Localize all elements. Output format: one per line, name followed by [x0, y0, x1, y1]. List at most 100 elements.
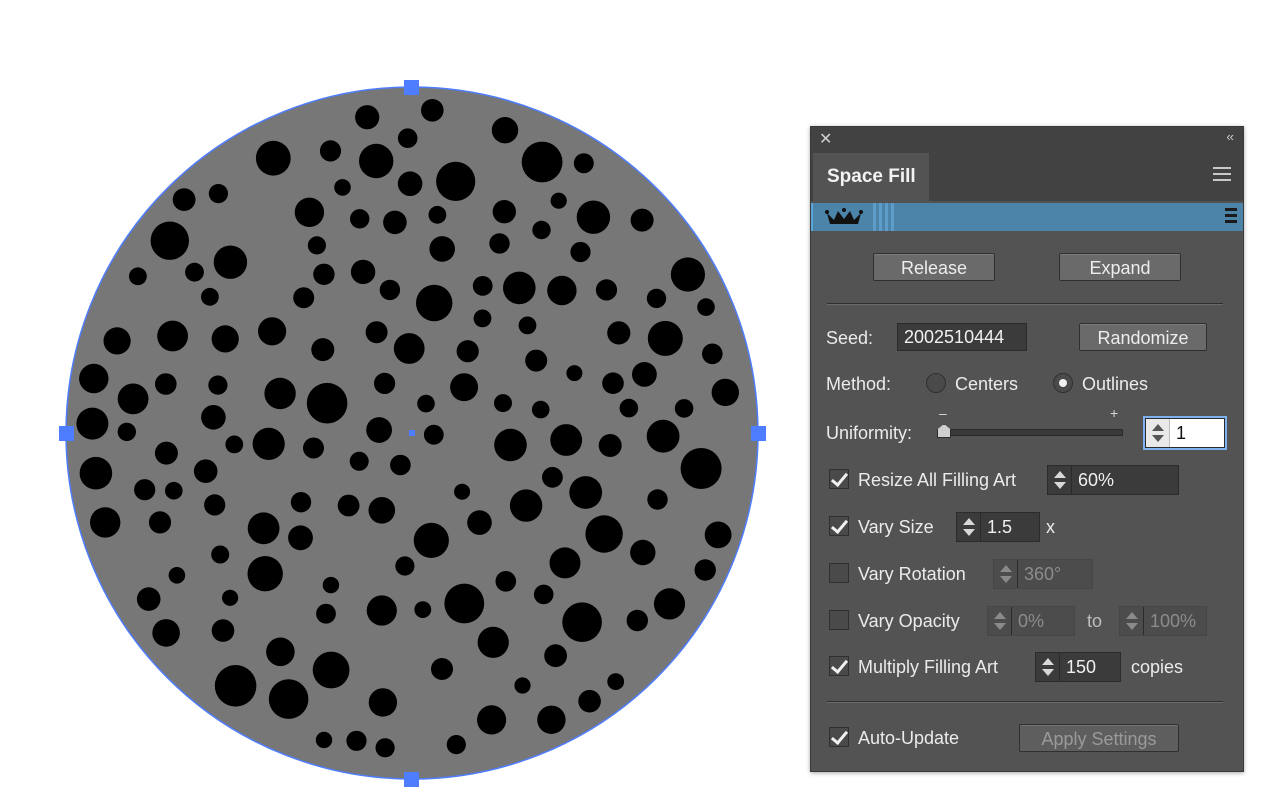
method-outlines-label: Outlines [1082, 374, 1149, 394]
filling-dot [129, 267, 147, 286]
filling-dot [570, 241, 591, 263]
filling-dot [268, 679, 309, 719]
filling-dot [208, 184, 228, 204]
divider [827, 701, 1223, 703]
close-icon[interactable]: ✕ [819, 129, 832, 149]
filling-dot [266, 637, 295, 667]
filling-dot [136, 587, 161, 611]
panel-titlebar: ✕ ‹‹ [811, 127, 1243, 151]
multiply-field[interactable]: 150 [1035, 652, 1121, 682]
selection-handle-left[interactable] [59, 426, 74, 441]
filling-dot [492, 200, 516, 224]
filling-dot [477, 626, 509, 658]
seed-field[interactable]: 2002510444 [897, 323, 1027, 351]
release-button[interactable]: Release [873, 253, 995, 281]
uniformity-input[interactable]: 1 [1145, 418, 1225, 448]
filling-dot [423, 424, 444, 445]
filling-dot [491, 117, 519, 144]
collapse-panel-icon[interactable]: ‹‹ [1226, 129, 1234, 144]
opacity-to-stepper [1120, 607, 1144, 635]
filling-dot [647, 320, 683, 356]
resize-stepper[interactable] [1048, 466, 1072, 494]
uniformity-label: Uniformity: [826, 423, 913, 443]
resize-checkbox[interactable] [829, 468, 849, 489]
vary-size-value: 1.5 [987, 517, 1013, 537]
vary-size-label: Vary Size [858, 517, 934, 537]
filling-dot [193, 459, 218, 484]
checkmark-icon [830, 468, 849, 488]
space-fill-artwork[interactable] [59, 80, 766, 787]
space-fill-panel: ✕ ‹‹ Space Fill Release Expand Seed: 200… [810, 126, 1244, 772]
tab-space-fill[interactable]: Space Fill [813, 153, 929, 201]
filling-dot [213, 245, 248, 279]
selection-handle-bottom[interactable] [404, 772, 419, 787]
filling-dot [454, 483, 471, 500]
method-outlines-radio[interactable] [1053, 373, 1073, 393]
filling-dot [549, 547, 581, 579]
multiply-checkbox[interactable] [829, 655, 849, 676]
filling-dot [306, 382, 348, 424]
filling-dot [154, 441, 178, 465]
selection-handle-right[interactable] [751, 426, 766, 441]
vary-opacity-checkbox[interactable] [829, 610, 849, 630]
filling-dot [607, 321, 631, 345]
filling-dot [598, 434, 622, 457]
filling-dot [255, 140, 291, 176]
filling-dot [225, 435, 244, 454]
method-centers-radio[interactable] [926, 373, 946, 393]
filling-dot [350, 259, 376, 285]
filling-dot [413, 522, 449, 559]
vary-size-checkbox[interactable] [829, 515, 849, 536]
filling-dot [366, 417, 392, 443]
radio-selected-dot [1059, 379, 1067, 387]
filling-dot [247, 512, 280, 545]
filling-dot [533, 584, 554, 605]
multiply-stepper[interactable] [1036, 653, 1060, 681]
filling-dot [670, 257, 706, 292]
filling-dot [334, 179, 351, 196]
filling-dot [359, 143, 394, 179]
uniformity-stepper[interactable] [1146, 419, 1170, 447]
filling-dot [456, 340, 479, 363]
selection-handle-top[interactable] [404, 80, 419, 95]
opacity-to-value: 100% [1150, 611, 1197, 631]
filling-dot [288, 525, 313, 551]
filling-dot [379, 279, 401, 301]
plugin-menu-icon[interactable] [1225, 208, 1237, 226]
expand-button[interactable]: Expand [1059, 253, 1181, 281]
filling-dot [152, 619, 180, 647]
vary-size-field[interactable]: 1.5 [956, 512, 1040, 542]
filling-dot [208, 375, 228, 395]
filling-dot [428, 205, 447, 224]
resize-field[interactable]: 60% [1047, 465, 1179, 495]
filling-dot [647, 489, 668, 510]
filling-dot [247, 556, 283, 592]
resize-label: Resize All Filling Art [858, 470, 1017, 490]
filling-dot [211, 619, 235, 642]
filling-dot [585, 515, 623, 553]
filling-dot [680, 448, 722, 489]
multiply-value: 150 [1066, 657, 1097, 677]
filling-dot [293, 287, 315, 309]
panel-menu-icon[interactable] [1213, 167, 1231, 181]
filling-dot [697, 298, 715, 316]
auto-update-checkbox[interactable] [829, 726, 849, 747]
artboard-canvas[interactable] [0, 0, 800, 812]
filling-dot [531, 400, 550, 419]
filling-dot [467, 510, 492, 535]
multiply-label: Multiply Filling Art [858, 657, 999, 677]
divider [827, 303, 1223, 305]
filling-dot [117, 422, 136, 442]
filling-dot [252, 427, 285, 460]
crown-icon [825, 208, 863, 224]
filling-dot [365, 321, 388, 344]
filling-dot [294, 197, 325, 227]
randomize-button[interactable]: Randomize [1079, 323, 1207, 351]
filling-dot [303, 437, 324, 459]
filling-dot [185, 262, 204, 282]
vary-rotation-checkbox[interactable] [829, 563, 849, 583]
filling-dot [374, 372, 396, 394]
uniformity-slider-track[interactable] [937, 429, 1123, 436]
vary-size-stepper[interactable] [957, 513, 981, 541]
filling-dot [550, 424, 583, 456]
